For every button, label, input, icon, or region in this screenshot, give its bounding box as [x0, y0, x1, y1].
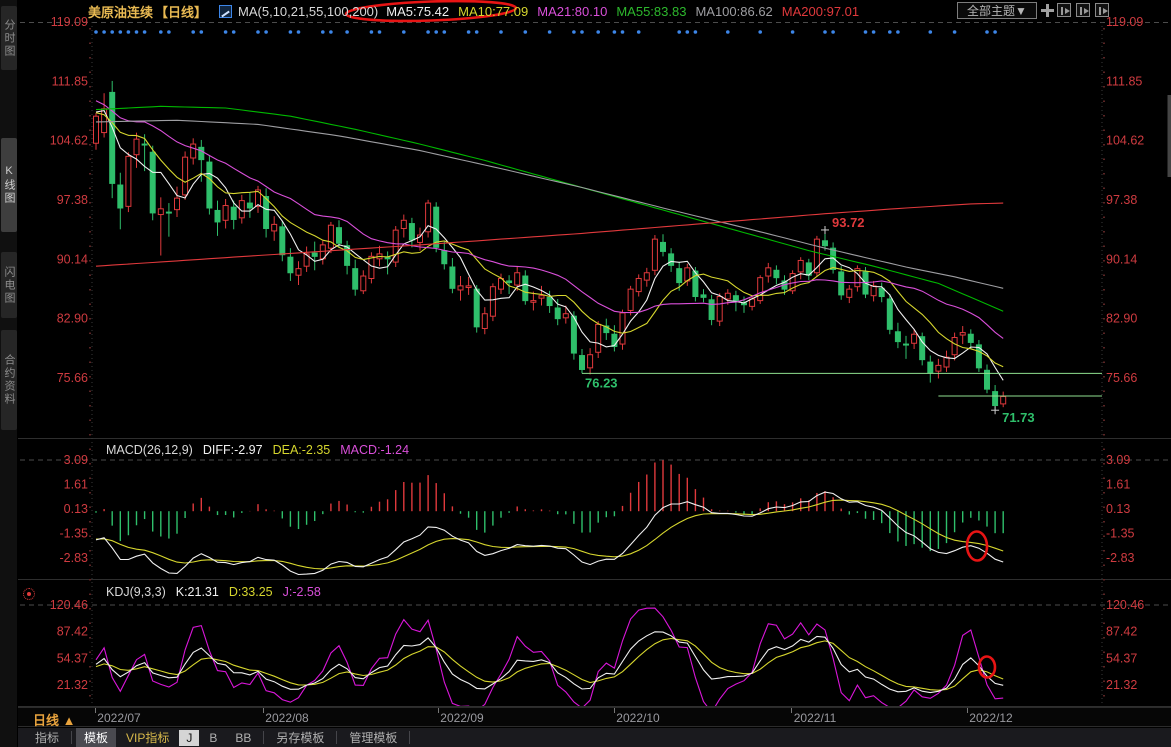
x-axis-month-label: 2022/07: [97, 711, 140, 725]
period-switcher[interactable]: 日线 ▲: [33, 710, 75, 729]
toolbar-separator: [71, 731, 72, 744]
x-axis-month-label: 2022/09: [440, 711, 483, 725]
toolbar-separator: [336, 731, 337, 744]
y-axis-label: 3.09: [64, 453, 88, 467]
y-axis-label: 75.66: [57, 371, 88, 385]
y-axis-label: 90.14: [1106, 252, 1137, 266]
x-axis-tick: [263, 708, 264, 713]
y-axis-label: 120.46: [1106, 598, 1144, 612]
indicator-value: MA100:86.62: [695, 4, 772, 19]
y-axis-label: 120.46: [50, 598, 88, 612]
scrollbar-thumb[interactable]: [1168, 95, 1171, 177]
y-axis-label: 111.85: [52, 74, 88, 88]
chart-plot-area[interactable]: [92, 22, 1102, 706]
y-axis-label: 104.62: [50, 134, 88, 148]
y-axis-label: 3.09: [1106, 453, 1130, 467]
y-axis-label: 97.38: [57, 193, 88, 207]
x-axis-month-label: 2022/08: [265, 711, 308, 725]
symbol-period: 【日线】: [155, 2, 207, 21]
y-axis-label: 21.32: [1106, 678, 1137, 692]
y-axis-label: 90.14: [57, 252, 88, 266]
sidebar-tab-4[interactable]: 合约资料: [1, 330, 17, 430]
toolbar-item[interactable]: BB: [227, 730, 259, 746]
ma-values: MA5:75.42 MA10:77.09 MA21:80.10 MA55:83.83 M…: [386, 4, 868, 19]
x-axis-month-label: 2022/12: [969, 711, 1012, 725]
chart-header: 美原油连续 【日线】 MA(5,10,21,55,100,200) MA5:75…: [88, 0, 868, 22]
x-axis-tick: [438, 708, 439, 713]
y-axis-label: 1.61: [1106, 478, 1130, 492]
y-axis-label: -2.83: [60, 551, 89, 565]
indicator-value: MA21:80.10: [537, 4, 607, 19]
y-axis-label: 87.42: [57, 625, 88, 639]
y-axis-label: -1.35: [1106, 527, 1135, 541]
fit-width-icon[interactable]: [1057, 3, 1071, 17]
toolbar-item[interactable]: J: [179, 730, 199, 746]
y-axis-label: 75.66: [1106, 371, 1137, 385]
left-tab-strip: 分时图 K线图闪电图合约资料: [0, 0, 18, 747]
symbol-name: 美原油连续: [88, 2, 153, 21]
y-axis-label: 54.37: [57, 651, 88, 665]
indicator-value: MA10:77.09: [458, 4, 528, 19]
sidebar-tab-3[interactable]: 闪电图: [1, 252, 17, 318]
x-axis-tick: [95, 708, 96, 713]
sidebar-tab-2[interactable]: K线图: [1, 138, 17, 232]
y-axis-label: 104.62: [1106, 134, 1144, 148]
x-axis-month-label: 2022/10: [616, 711, 659, 725]
indicator-value: MA200:97.01: [782, 4, 859, 19]
x-axis-row: 日线 ▲ 2022/07 2022/08 2022/09 2022/10 2022/11…: [18, 707, 1171, 727]
toolbar-item[interactable]: VIP指标: [118, 728, 177, 747]
x-axis-tick: [791, 708, 792, 713]
toolbar-item[interactable]: 另存模板: [268, 728, 332, 747]
toolbar-item[interactable]: 指标: [27, 728, 67, 747]
y-axis-label: 87.42: [1106, 625, 1137, 639]
app-window: 93.7276.2371.73119.09119.09111.85111.851…: [0, 0, 1171, 747]
toolbar-separator: [409, 731, 410, 744]
y-axis-label: 97.38: [1106, 193, 1137, 207]
export-icon[interactable]: [1095, 3, 1109, 17]
y-axis-label: 111.85: [1106, 74, 1142, 88]
theme-selector-button[interactable]: 全部主题▼: [957, 2, 1037, 19]
indicator-value: MA5:75.42: [386, 4, 449, 19]
y-axis-label: 82.90: [1106, 312, 1137, 326]
y-axis-label: -1.35: [60, 527, 89, 541]
y-axis-label: 21.32: [57, 678, 88, 692]
y-axis-label: 119.09: [1106, 15, 1143, 29]
bottom-toolbar: 指标模板VIP指标JBBB另存模板管理模板: [18, 728, 1171, 747]
play-forward-icon[interactable]: [1076, 3, 1090, 17]
toolbar-item[interactable]: 模板: [76, 728, 116, 747]
ma-formula-label: MA(5,10,21,55,100,200): [238, 4, 378, 19]
kline-chart-icon: [219, 5, 232, 18]
x-axis-tick: [614, 708, 615, 713]
toolbar-separator: [263, 731, 264, 744]
indicator-value: MA55:83.83: [616, 4, 686, 19]
x-axis-month-label: 2022/11: [794, 711, 837, 725]
toolbar-item[interactable]: B: [201, 730, 225, 746]
y-axis-label: 0.13: [1106, 502, 1130, 516]
y-axis-label: 54.37: [1106, 651, 1137, 665]
sidebar-tab-1[interactable]: 分时图: [1, 6, 17, 70]
crosshair-icon[interactable]: [1040, 3, 1054, 17]
x-axis-tick: [967, 708, 968, 713]
indicator-settings-icon[interactable]: [23, 588, 35, 600]
toolbar-item[interactable]: 管理模板: [341, 728, 405, 747]
y-axis-label: 82.90: [57, 312, 88, 326]
y-axis-label: 119.09: [51, 15, 88, 29]
y-axis-label: 0.13: [64, 502, 88, 516]
y-axis-label: -2.83: [1106, 551, 1135, 565]
y-axis-label: 1.61: [64, 478, 88, 492]
